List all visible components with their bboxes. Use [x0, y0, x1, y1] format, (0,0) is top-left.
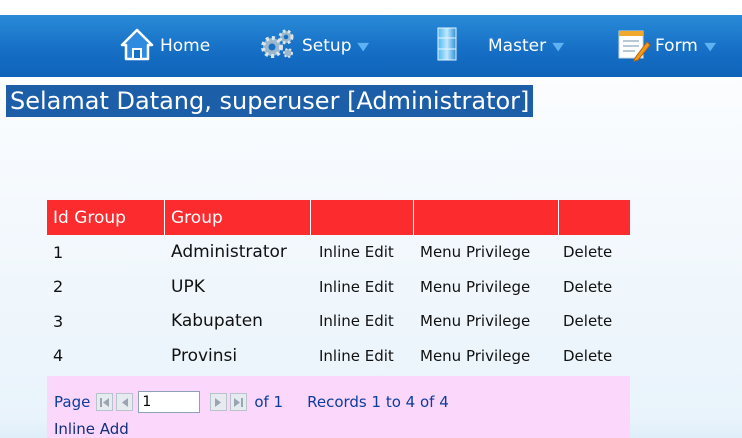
top-nav-bar: Home Setup ▼ Master ▼ Form ▼ — [0, 15, 742, 77]
pager-controls: Page of 1 Records 1 to 4 of 4 — [54, 391, 449, 413]
nav-home[interactable]: Home — [118, 15, 210, 77]
table-row: 4 Provinsi Inline Edit Menu Privilege De… — [47, 339, 630, 374]
nav-form[interactable]: Form ▼ — [615, 15, 716, 77]
nav-setup-label: Setup — [302, 36, 352, 56]
cell-group: Kabupaten — [171, 311, 263, 332]
previous-page-button[interactable] — [116, 393, 134, 411]
inline-add-link[interactable]: Inline Add — [54, 420, 129, 438]
inline-edit-link[interactable]: Inline Edit — [311, 312, 414, 330]
delete-link[interactable]: Delete — [559, 278, 630, 296]
column-header-group[interactable]: Group — [165, 200, 311, 235]
next-page-button[interactable] — [210, 393, 228, 411]
page-number-input[interactable] — [138, 391, 201, 413]
column-header-edit — [311, 200, 414, 235]
last-page-icon — [234, 397, 244, 407]
cell-id: 4 — [53, 346, 64, 366]
last-page-button[interactable] — [230, 393, 248, 411]
nav-home-label: Home — [160, 36, 211, 56]
table-row: 3 Kabupaten Inline Edit Menu Privilege D… — [47, 304, 630, 339]
table-row: 1 Administrator Inline Edit Menu Privile… — [47, 235, 630, 270]
cell-group: UPK — [171, 276, 205, 297]
first-page-button[interactable] — [96, 393, 114, 411]
inline-edit-link[interactable]: Inline Edit — [311, 243, 414, 261]
group-table: Id Group Group 1 Administrator Inline Ed… — [47, 200, 630, 373]
chevron-down-icon: ▼ — [552, 39, 565, 53]
menu-privilege-link[interactable]: Menu Privilege — [414, 347, 559, 365]
previous-page-icon — [122, 397, 129, 407]
first-page-icon — [100, 397, 110, 407]
page-label: Page — [54, 393, 91, 411]
cell-id: 2 — [53, 277, 64, 297]
menu-privilege-link[interactable]: Menu Privilege — [414, 278, 559, 296]
database-icon — [432, 24, 462, 69]
inline-edit-link[interactable]: Inline Edit — [311, 278, 414, 296]
table-header: Id Group Group — [47, 200, 630, 235]
menu-privilege-link[interactable]: Menu Privilege — [414, 312, 559, 330]
cell-id: 1 — [53, 242, 64, 262]
inline-edit-link[interactable]: Inline Edit — [311, 347, 414, 365]
form-edit-icon — [615, 26, 651, 67]
home-icon — [118, 25, 156, 68]
table-row: 2 UPK Inline Edit Menu Privilege Delete — [47, 270, 630, 305]
delete-link[interactable]: Delete — [559, 243, 630, 261]
nav-setup[interactable]: Setup ▼ — [258, 15, 370, 77]
delete-link[interactable]: Delete — [559, 347, 630, 365]
nav-master[interactable]: Master ▼ — [432, 15, 565, 77]
column-header-delete — [559, 200, 630, 235]
cell-group: Administrator — [171, 242, 287, 263]
cell-group: Provinsi — [171, 345, 238, 366]
cell-id: 3 — [53, 311, 64, 331]
gears-icon — [258, 27, 298, 66]
column-header-privilege — [414, 200, 559, 235]
chevron-down-icon: ▼ — [704, 39, 716, 53]
nav-form-label: Form — [655, 36, 698, 56]
next-page-icon — [215, 397, 222, 407]
nav-master-label: Master — [488, 36, 547, 56]
records-label: Records 1 to 4 of 4 — [307, 393, 449, 411]
column-header-id-group[interactable]: Id Group — [47, 200, 165, 235]
chevron-down-icon: ▼ — [357, 39, 370, 53]
page-count-label: of 1 — [254, 393, 284, 411]
delete-link[interactable]: Delete — [559, 312, 630, 330]
pager: Page of 1 Records 1 to 4 of 4 Inline Add — [47, 376, 630, 438]
menu-privilege-link[interactable]: Menu Privilege — [414, 243, 559, 261]
welcome-message: Selamat Datang, superuser [Administrator… — [6, 85, 534, 117]
